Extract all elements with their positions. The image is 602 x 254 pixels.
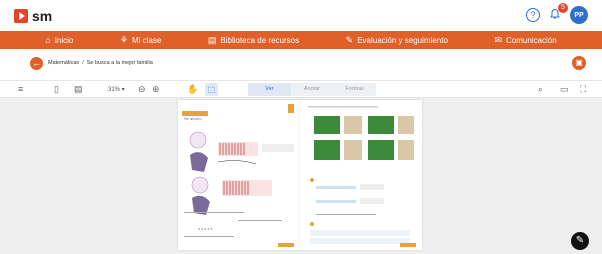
book-page-left: Se ahorro x x x x x	[178, 100, 300, 250]
nav-item-inicio[interactable]: ⌂ Inicio	[45, 35, 73, 45]
zoom-level[interactable]: 31% ▾	[108, 86, 125, 93]
document-icon[interactable]: ▤	[74, 84, 83, 95]
brand-logo[interactable]: sm	[14, 8, 52, 24]
breadcrumb-bar: ← Matemáticas / Se busca a la mejor famili…	[0, 49, 602, 77]
magic-wand-button[interactable]: ✎	[571, 232, 589, 250]
mode-tabs: Ver Anotar Formas	[248, 83, 376, 96]
nav-item-comunicacion[interactable]: ✉ Comunicación	[494, 35, 556, 46]
main-nav: ⌂ Inicio ⚘ Mi clase ▤ Biblioteca de recu…	[0, 31, 602, 49]
nav-label: Evaluación y seguimiento	[357, 35, 448, 45]
document-viewer[interactable]: Se ahorro x x x x x ✎	[0, 98, 602, 254]
nav-item-biblioteca[interactable]: ▤ Biblioteca de recursos	[208, 35, 299, 46]
tab-ver[interactable]: Ver	[248, 83, 291, 96]
right-page-illustrations	[308, 106, 414, 244]
help-icon[interactable]: ?	[526, 8, 540, 22]
pan-hand-icon[interactable]: ✋	[187, 84, 198, 95]
chat-icon: ✉	[494, 34, 502, 45]
back-button[interactable]: ←	[30, 57, 43, 70]
class-icon: ⚘	[119, 34, 128, 45]
arrow-left-icon: ←	[32, 58, 41, 68]
nav-label: Comunicación	[505, 35, 557, 45]
page-footer-number	[278, 243, 294, 247]
brand-name: sm	[32, 8, 53, 24]
avatar[interactable]: PP	[570, 6, 588, 24]
viewer-toolbar: ≡ ▯ ▤ 31% ▾ ⊖ ⊕ ✋ ⬚ Ver Anotar Formas ⌕ …	[0, 80, 602, 98]
notification-badge: 5	[558, 3, 568, 13]
select-area-icon[interactable]: ⬚	[205, 83, 218, 96]
left-page-illustrations: x x x x x	[184, 131, 294, 237]
magic-wand-icon: ✎	[575, 235, 585, 246]
search-icon[interactable]: ⌕	[538, 84, 543, 95]
zoom-out-icon[interactable]: ⊖	[138, 84, 146, 95]
tab-formas[interactable]: Formas	[333, 83, 376, 96]
resources-button[interactable]: ▣	[572, 56, 586, 70]
breadcrumb-current: Se busca a la mejor familia	[86, 60, 153, 66]
sidebar-toggle-icon[interactable]: ▯	[54, 84, 59, 95]
home-icon: ⌂	[45, 35, 51, 45]
page-footer-number	[400, 243, 416, 247]
nav-label: Mi clase	[132, 35, 162, 45]
notifications-icon[interactable]: 5	[548, 3, 568, 22]
menu-icon[interactable]: ≡	[18, 84, 23, 94]
breadcrumb: Matemáticas / Se busca a la mejor familia	[48, 60, 153, 66]
book-page-right	[300, 100, 422, 250]
logo-mark	[14, 9, 28, 23]
nav-item-mi-clase[interactable]: ⚘ Mi clase	[120, 35, 161, 46]
zoom-in-icon[interactable]: ⊕	[152, 84, 160, 95]
tab-anotar[interactable]: Anotar	[291, 83, 334, 96]
fullscreen-icon[interactable]: ⛶	[580, 84, 586, 95]
breadcrumb-separator: /	[82, 60, 84, 66]
breadcrumb-section[interactable]: Matemáticas	[48, 60, 79, 66]
nav-item-evaluacion[interactable]: ✎ Evaluación y seguimiento	[346, 35, 448, 46]
pencil-icon: ✎	[345, 34, 354, 45]
svg-text:x x x x x: x x x x x	[198, 226, 212, 231]
folder-icon: ▤	[207, 34, 217, 45]
comment-icon[interactable]: ▭	[560, 84, 569, 95]
nav-label: Biblioteca de recursos	[220, 35, 300, 45]
nav-label: Inicio	[54, 35, 74, 45]
top-bar: sm ? 5 PP	[0, 0, 602, 31]
folder-icon: ▣	[575, 58, 583, 67]
